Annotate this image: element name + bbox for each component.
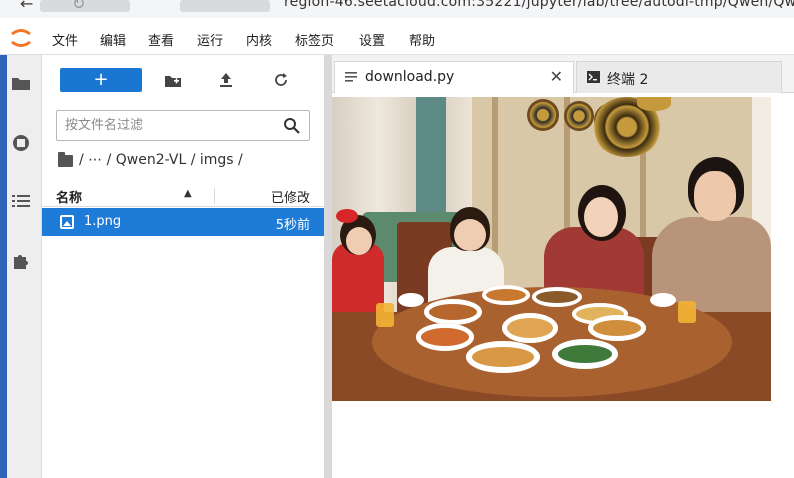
photo-juice-glass (678, 301, 696, 323)
menu-edit[interactable]: 编辑 (100, 30, 126, 49)
photo-dish (482, 285, 530, 305)
browser-toolbar: ← ↻ region-46.seetacloud.com:35221/jupyt… (0, 0, 794, 18)
photo-decor-fan (527, 99, 559, 131)
upload-icon[interactable] (212, 68, 240, 92)
photo-dish (502, 313, 558, 343)
jupyterlab-window: ← ↻ region-46.seetacloud.com:35221/jupyt… (0, 0, 794, 478)
menu-bar: 文件 编辑 查看 运行 内核 标签页 设置 帮助 (0, 22, 794, 54)
tab-bar: download.py ✕ 终端 2 ⋮ (332, 55, 794, 93)
sort-ascending-icon: ▲ (184, 188, 192, 199)
photo-person-father-face (694, 171, 736, 221)
panel-splitter[interactable] (324, 55, 332, 478)
menu-help[interactable]: 帮助 (409, 30, 435, 49)
menu-settings[interactable]: 设置 (359, 30, 385, 49)
menu-file[interactable]: 文件 (52, 30, 78, 49)
search-icon (284, 118, 300, 134)
file-browser-panel: + / ⋯ / Qwen2-VL / imgs / 名称 ▲ 已修改 (42, 55, 324, 478)
file-filter (56, 110, 310, 141)
photo-decor-fan (637, 97, 671, 111)
photo-decor-fan (564, 101, 594, 131)
tab-overflow-icon[interactable]: ⋮ (788, 65, 794, 81)
menu-run[interactable]: 运行 (197, 30, 223, 49)
new-folder-icon[interactable] (159, 68, 187, 92)
terminal-icon (587, 71, 600, 83)
desktop-edge (0, 55, 7, 478)
photo-bowl (650, 293, 676, 307)
photo-dish (466, 341, 540, 373)
photo-dish (416, 323, 474, 351)
file-list-item[interactable]: 1.png 5秒前 (42, 208, 324, 236)
refresh-icon[interactable] (267, 68, 295, 92)
photo-dish (532, 287, 582, 307)
home-folder-icon[interactable] (58, 152, 73, 167)
tab-label: download.py (365, 69, 455, 85)
close-icon[interactable]: ✕ (550, 67, 563, 86)
photo-bowl (398, 293, 424, 307)
breadcrumb-path[interactable]: / ⋯ / Qwen2-VL / imgs / (79, 152, 243, 168)
tab-terminal-2[interactable]: 终端 2 (576, 61, 782, 93)
file-list-header: 名称 ▲ 已修改 (42, 185, 324, 207)
menu-tabs[interactable]: 标签页 (295, 30, 334, 49)
photo-dish (552, 339, 618, 369)
file-modified-time: 5秒前 (275, 218, 310, 233)
photo-dish (588, 315, 646, 341)
filter-input[interactable] (57, 111, 257, 140)
tab-download-py[interactable]: download.py ✕ (334, 61, 574, 93)
tab-label: 终端 2 (607, 72, 649, 88)
python-file-icon (345, 72, 357, 82)
file-name: 1.png (84, 214, 122, 229)
photo-person-girl-face (346, 227, 372, 255)
back-icon[interactable]: ← (20, 0, 33, 13)
image-viewer (332, 97, 771, 401)
photo-dish (424, 299, 482, 325)
main-area: download.py ✕ 终端 2 ⋮ (332, 55, 794, 478)
new-launcher-button[interactable]: + (60, 68, 142, 92)
jupyter-logo-icon (11, 29, 31, 47)
photo-person-boy-face (454, 219, 486, 251)
column-separator[interactable] (214, 188, 215, 204)
url-bar[interactable]: region-46.seetacloud.com:35221/jupyter/l… (284, 0, 794, 10)
menu-view[interactable]: 查看 (148, 30, 174, 49)
photo-hair-bow (336, 209, 358, 223)
blurred-text (40, 0, 130, 12)
image-file-icon (60, 215, 74, 229)
menu-kernel[interactable]: 内核 (246, 30, 272, 49)
name-column-header[interactable]: 名称 (56, 187, 82, 206)
breadcrumb: / ⋯ / Qwen2-VL / imgs / (58, 152, 243, 168)
modified-column-header[interactable]: 已修改 (271, 187, 310, 206)
blurred-text (180, 0, 270, 12)
photo-juice-glass (376, 303, 394, 327)
photo-person-mother-face (584, 197, 618, 237)
